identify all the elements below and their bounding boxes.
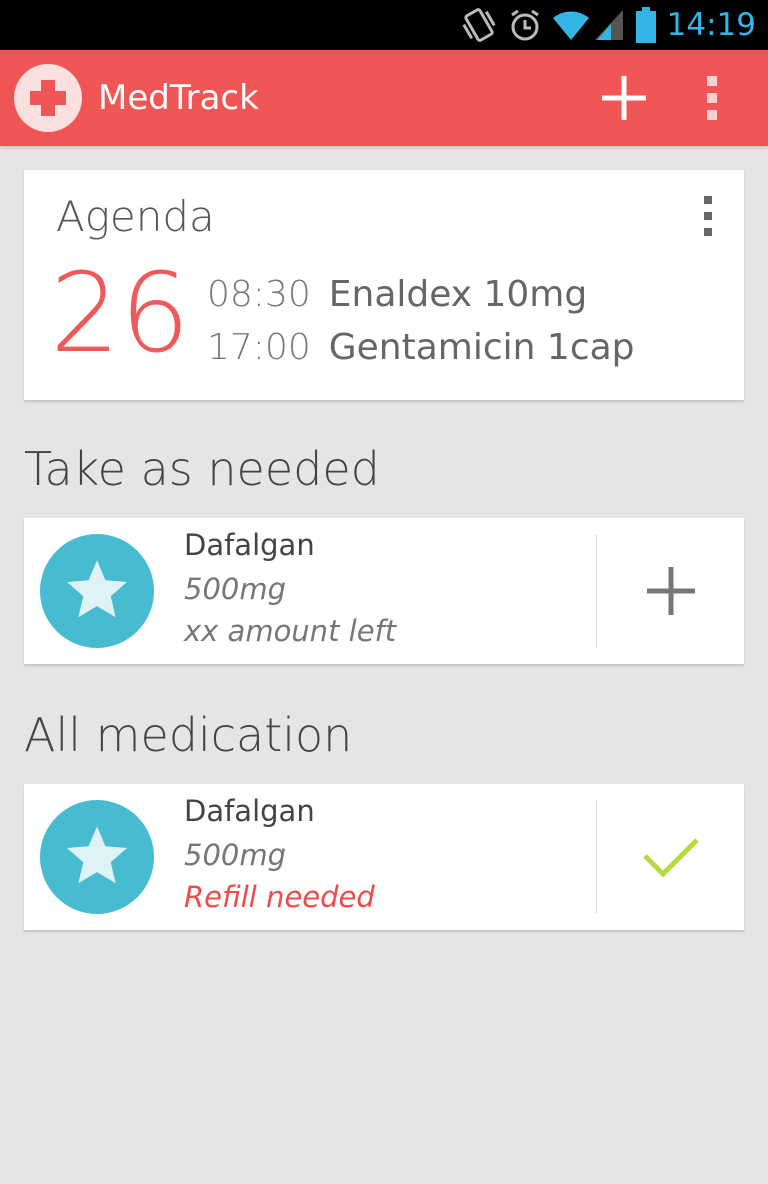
status-icons: 14:19 [459,0,768,50]
agenda-overflow-menu-icon[interactable] [698,196,718,236]
medication-avatar [40,800,154,914]
star-icon [66,826,128,884]
overflow-menu-button[interactable] [680,50,744,146]
add-button[interactable] [584,50,664,146]
agenda-entry[interactable]: 08:30 Enaldex 10mg [207,274,587,315]
agenda-day-number: 26 [50,249,190,377]
agenda-entry-medication: Enaldex 10mg [328,274,588,315]
medication-card[interactable]: Dafalgan 500mg xx amount left [24,518,744,664]
star-icon [66,560,128,618]
medication-name: Dafalgan [184,794,315,828]
medication-card[interactable]: Dafalgan 500mg Refill needed [24,784,744,930]
mark-done-button[interactable] [597,784,744,930]
section-title-take-as-needed: Take as needed [24,442,380,496]
agenda-card[interactable]: Agenda 26 08:30 Enaldex 10mg 17:00 Genta… [24,170,744,400]
medication-avatar [40,534,154,648]
medication-status: Refill needed [184,880,375,914]
agenda-entry-medication: Gentamicin 1cap [328,327,635,368]
medication-name: Dafalgan [184,528,315,562]
medication-dose: 500mg [184,838,287,872]
battery-icon [635,7,656,43]
overflow-menu-icon [707,76,717,120]
medication-status: xx amount left [184,614,397,648]
add-icon [602,76,646,120]
app-logo[interactable] [14,64,82,132]
app-logo-cross-icon [30,80,66,116]
status-bar: 14:19 [0,0,768,50]
take-dose-button[interactable] [597,518,744,664]
agenda-entry-time: 08:30 [207,274,311,315]
status-time: 14:19 [666,7,756,43]
action-bar: MedTrack [0,50,768,146]
wifi-icon [552,11,589,40]
app-title: MedTrack [98,78,259,118]
add-icon [646,567,695,615]
checkmark-icon [642,838,699,878]
signal-icon [594,10,623,40]
agenda-entry-time: 17:00 [207,327,311,368]
section-title-all-medication: All medication [24,708,353,762]
agenda-entry[interactable]: 17:00 Gentamicin 1cap [207,327,635,368]
vibrate-icon [462,8,496,42]
medication-dose: 500mg [184,572,287,606]
agenda-title: Agenda [56,192,215,241]
alarm-icon [510,9,539,41]
